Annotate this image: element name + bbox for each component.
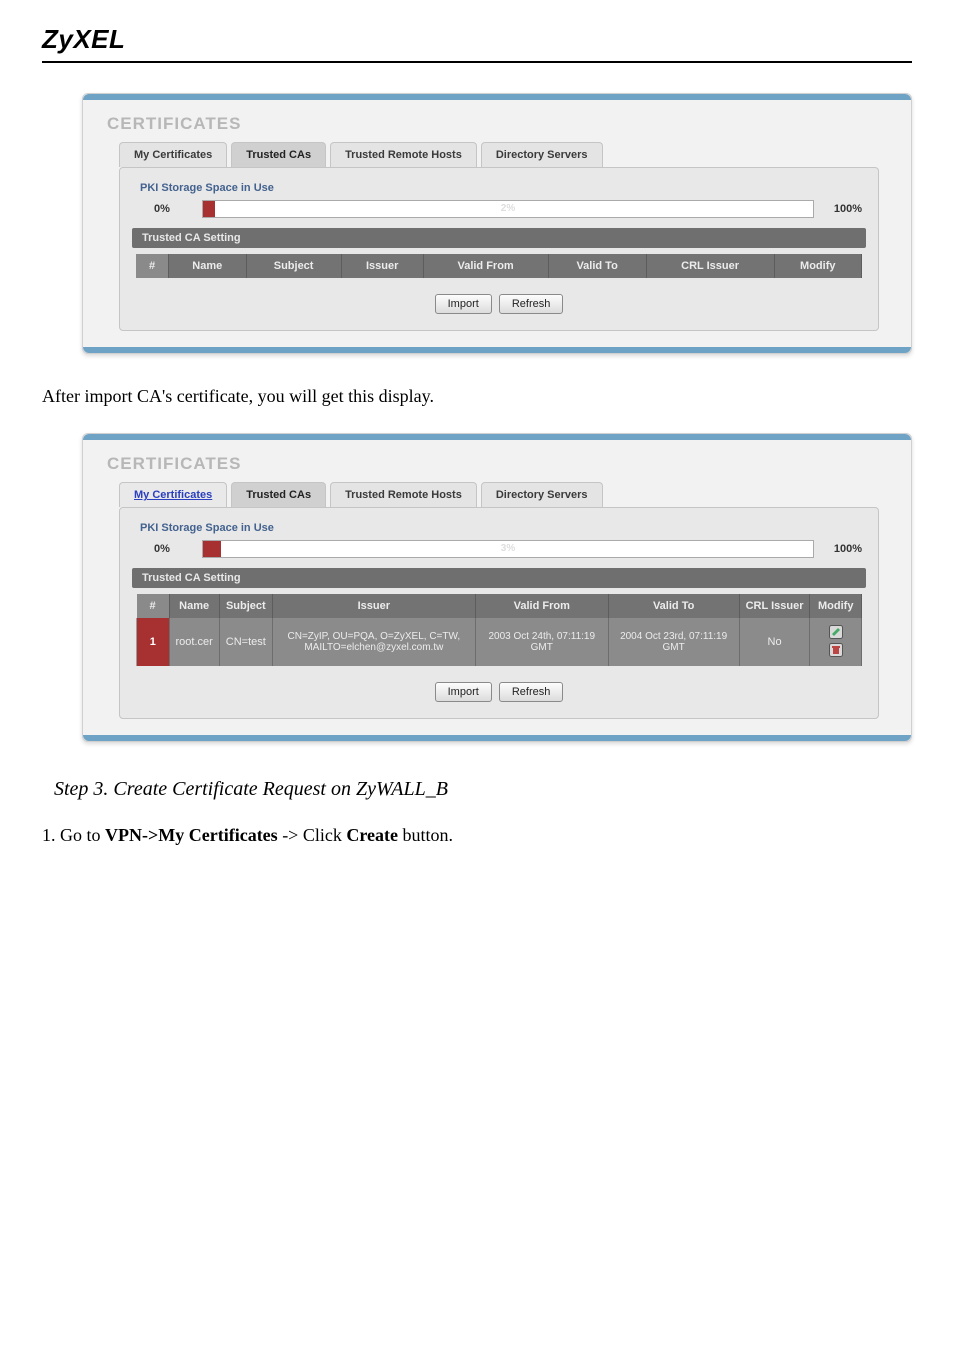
col-subject: Subject [246, 254, 341, 278]
tab-trusted-remote-hosts[interactable]: Trusted Remote Hosts [330, 142, 477, 167]
tab-trusted-remote-hosts[interactable]: Trusted Remote Hosts [330, 482, 477, 507]
col-crl-issuer: CRL Issuer [739, 594, 810, 618]
storage-bar-center: 2% [203, 201, 813, 217]
col-modify: Modify [774, 254, 861, 278]
refresh-button[interactable]: Refresh [499, 682, 564, 702]
row-num: 1 [137, 618, 170, 666]
tab-strip: My Certificates Trusted CAs Trusted Remo… [119, 482, 901, 507]
trusted-ca-table: # Name Subject Issuer Valid From Valid T… [136, 254, 862, 278]
storage-bar-row: 0% 2% 100% [136, 200, 862, 218]
storage-right-pct: 100% [814, 543, 862, 555]
certificates-panel-1: CERTIFICATES My Certificates Trusted CAs… [82, 93, 912, 354]
table-row: 1 root.cer CN=test CN=ZyIP, OU=PQA, O=Zy… [137, 618, 862, 666]
panel-title: CERTIFICATES [107, 454, 901, 474]
col-name: Name [169, 594, 219, 618]
storage-left-pct: 0% [136, 543, 202, 555]
trusted-ca-table: # Name Subject Issuer Valid From Valid T… [136, 594, 862, 666]
step-bold-1: VPN->My Certificates [105, 825, 278, 845]
step-mid: -> Click [278, 825, 347, 845]
col-valid-to: Valid To [548, 254, 646, 278]
trusted-ca-banner: Trusted CA Setting [132, 228, 866, 248]
step-3-line-1: 1. Go to VPN->My Certificates -> Click C… [42, 823, 912, 848]
brand-logo: ZyXEL [42, 20, 912, 61]
button-row: Import Refresh [136, 294, 862, 314]
col-num: # [137, 594, 170, 618]
row-subject: CN=test [219, 618, 272, 666]
col-name: Name [169, 254, 247, 278]
storage-bar-row: 0% 3% 100% [136, 540, 862, 558]
storage-bar-center: 3% [203, 541, 813, 557]
pki-storage-label: PKI Storage Space in Use [140, 182, 862, 194]
storage-left-pct: 0% [136, 203, 202, 215]
delete-icon[interactable] [828, 642, 844, 658]
tab-directory-servers[interactable]: Directory Servers [481, 142, 603, 167]
refresh-button[interactable]: Refresh [499, 294, 564, 314]
storage-bar: 3% [202, 540, 814, 558]
step-prefix: 1. Go to [42, 825, 105, 845]
certificates-panel-2: CERTIFICATES My Certificates Trusted CAs… [82, 433, 912, 742]
panel-inner: PKI Storage Space in Use 0% 3% 100% Trus… [119, 507, 879, 719]
row-crl: No [739, 618, 810, 666]
tab-strip: My Certificates Trusted CAs Trusted Remo… [119, 142, 901, 167]
tab-trusted-cas[interactable]: Trusted CAs [231, 482, 326, 507]
paragraph-after-import: After import CA's certificate, you will … [42, 384, 912, 409]
col-valid-to: Valid To [608, 594, 739, 618]
col-num: # [136, 254, 169, 278]
button-row: Import Refresh [136, 682, 862, 702]
pki-storage-label: PKI Storage Space in Use [140, 522, 862, 534]
edit-icon[interactable] [828, 624, 844, 640]
col-issuer: Issuer [341, 254, 423, 278]
row-valid-to: 2004 Oct 23rd, 07:11:19 GMT [608, 618, 739, 666]
row-modify [810, 618, 862, 666]
col-issuer: Issuer [272, 594, 475, 618]
col-valid-from: Valid From [423, 254, 548, 278]
row-name: root.cer [169, 618, 219, 666]
tab-my-certificates[interactable]: My Certificates [119, 482, 227, 507]
col-modify: Modify [810, 594, 862, 618]
brand-divider [42, 61, 912, 63]
col-crl-issuer: CRL Issuer [646, 254, 774, 278]
panel-title: CERTIFICATES [107, 114, 901, 134]
import-button[interactable]: Import [435, 682, 492, 702]
storage-bar: 2% [202, 200, 814, 218]
row-valid-from: 2003 Oct 24th, 07:11:19 GMT [475, 618, 608, 666]
step-suffix: button. [398, 825, 453, 845]
trusted-ca-banner: Trusted CA Setting [132, 568, 866, 588]
col-valid-from: Valid From [475, 594, 608, 618]
import-button[interactable]: Import [435, 294, 492, 314]
col-subject: Subject [219, 594, 272, 618]
tab-directory-servers[interactable]: Directory Servers [481, 482, 603, 507]
step-bold-2: Create [346, 825, 398, 845]
row-issuer: CN=ZyIP, OU=PQA, O=ZyXEL, C=TW, MAILTO=e… [272, 618, 475, 666]
storage-right-pct: 100% [814, 203, 862, 215]
tab-my-certificates[interactable]: My Certificates [119, 142, 227, 167]
tab-trusted-cas[interactable]: Trusted CAs [231, 142, 326, 167]
step-3-heading: Step 3. Create Certificate Request on Zy… [54, 778, 912, 801]
panel-inner: PKI Storage Space in Use 0% 2% 100% Trus… [119, 167, 879, 331]
